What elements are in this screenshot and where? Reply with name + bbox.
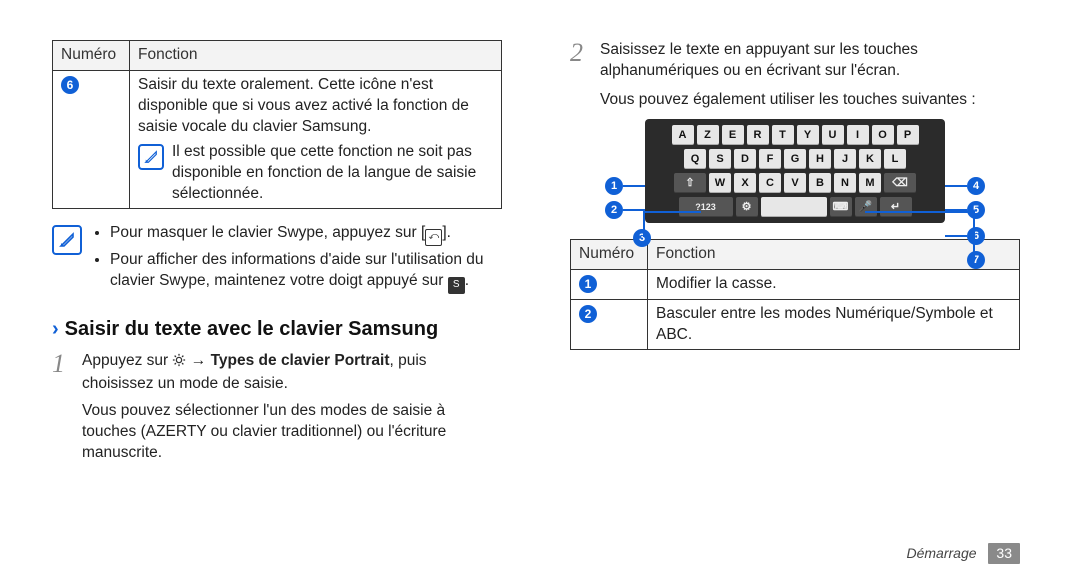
marker-6: 6 <box>945 227 985 245</box>
step-number-2: 2 <box>570 40 590 66</box>
kbd-row4: ?123 ⚙ ⌨ 🎤 ↵ <box>651 197 939 217</box>
key: V <box>784 173 806 193</box>
gear-key: ⚙ <box>736 197 758 217</box>
row6-main-text: Saisir du texte oralement. Cette icône n… <box>138 75 493 138</box>
key: B <box>809 173 831 193</box>
page-footer: Démarrage 33 <box>907 543 1021 564</box>
step-number-1: 1 <box>52 351 72 377</box>
marker-3: 3 <box>633 229 651 247</box>
key: S <box>709 149 731 169</box>
key: O <box>872 125 894 145</box>
step1-text: Appuyez sur → Types de clavier Portrait,… <box>82 351 502 395</box>
mic-key: 🎤 <box>855 197 877 217</box>
r2-num-cell: 2 <box>571 299 648 350</box>
key: A <box>672 125 694 145</box>
page-number: 33 <box>988 543 1020 564</box>
gear-icon <box>172 353 186 374</box>
r1-num-cell: 1 <box>571 269 648 299</box>
note-icon <box>138 144 164 170</box>
kbd-row1: A Z E R T Y U I O P <box>651 125 939 145</box>
shift-key: ⇧ <box>674 173 706 193</box>
step2-text: Saisissez le texte en appuyant sur les t… <box>600 40 1020 82</box>
key: T <box>772 125 794 145</box>
lang-key: ⌨ <box>830 197 852 217</box>
section-heading: › Saisir du texte avec le clavier Samsun… <box>52 316 502 343</box>
th-numero: Numéro <box>53 41 130 71</box>
key: Y <box>797 125 819 145</box>
tip1: Pour masquer le clavier Swype, appuyez s… <box>110 223 502 246</box>
sym-key: ?123 <box>679 197 733 217</box>
key: W <box>709 173 731 193</box>
step1-subtext: Vous pouvez sélectionner l'un des modes … <box>82 401 502 464</box>
marker-1: 1 <box>605 177 645 195</box>
kbd-row2: Q S D F G H J K L <box>651 149 939 169</box>
backspace-key: ⌫ <box>884 173 916 193</box>
key: C <box>759 173 781 193</box>
row6-note-text: Il est possible que cette fonction ne so… <box>172 142 493 205</box>
circled-2: 2 <box>579 305 597 323</box>
key: P <box>897 125 919 145</box>
key: U <box>822 125 844 145</box>
followup-text: Vous pouvez également utiliser les touch… <box>600 90 1020 111</box>
key: J <box>834 149 856 169</box>
key: R <box>747 125 769 145</box>
th-fonction: Fonction <box>130 41 502 71</box>
key: N <box>834 173 856 193</box>
key: Z <box>697 125 719 145</box>
right-column: 2 Saisissez le texte en appuyant sur les… <box>540 0 1080 586</box>
keyboard: A Z E R T Y U I O P Q S D F G H <box>645 119 945 223</box>
key: K <box>859 149 881 169</box>
space-key <box>761 197 827 217</box>
tip2: Pour afficher des informations d'aide su… <box>110 250 502 294</box>
back-key-icon: ⤺ <box>425 229 442 246</box>
step-1: 1 Appuyez sur → Types de clavier Portrai… <box>52 351 502 464</box>
key: F <box>759 149 781 169</box>
row6-func-cell: Saisir du texte oralement. Cette icône n… <box>130 70 502 209</box>
function-table-right: Numéro Fonction 1 Modifier la casse. 2 B… <box>570 239 1020 351</box>
key: D <box>734 149 756 169</box>
key: X <box>734 173 756 193</box>
r1-func: Modifier la casse. <box>648 269 1020 299</box>
key: M <box>859 173 881 193</box>
key: Q <box>684 149 706 169</box>
step-2: 2 Saisissez le texte en appuyant sur les… <box>570 40 1020 82</box>
tips-block: Pour masquer le clavier Swype, appuyez s… <box>52 223 502 298</box>
key: I <box>847 125 869 145</box>
enter-key: ↵ <box>880 197 912 217</box>
r2-func: Basculer entre les modes Numérique/Symbo… <box>648 299 1020 350</box>
circled-6: 6 <box>61 76 79 94</box>
chevron-icon: › <box>52 316 59 343</box>
keyboard-diagram: A Z E R T Y U I O P Q S D F G H <box>645 119 945 223</box>
footer-section: Démarrage <box>907 545 977 561</box>
marker-2: 2 <box>605 201 645 219</box>
key: H <box>809 149 831 169</box>
key: L <box>884 149 906 169</box>
left-column: Numéro Fonction 6 Saisir du texte oralem… <box>0 0 540 586</box>
marker-5: 5 <box>945 201 985 219</box>
marker-4: 4 <box>945 177 985 195</box>
key: E <box>722 125 744 145</box>
swype-help-icon: S <box>448 277 465 294</box>
function-table-left: Numéro Fonction 6 Saisir du texte oralem… <box>52 40 502 209</box>
row6-num-cell: 6 <box>53 70 130 209</box>
note-icon <box>52 225 82 255</box>
key: G <box>784 149 806 169</box>
kbd-row3: ⇧ W X C V B N M ⌫ <box>651 173 939 193</box>
marker-7: 7 <box>967 251 985 269</box>
circled-1: 1 <box>579 275 597 293</box>
